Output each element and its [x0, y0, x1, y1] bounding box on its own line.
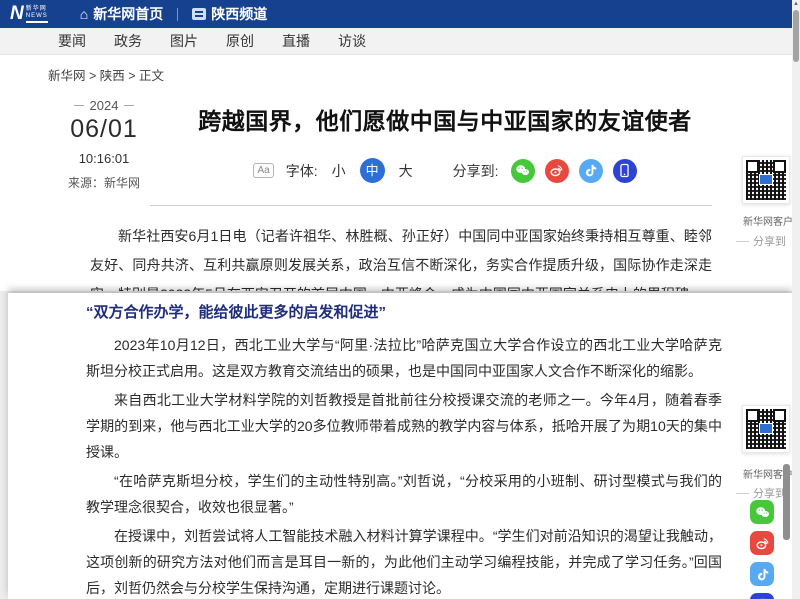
nav-item-zhengwu[interactable]: 政务	[100, 31, 156, 51]
wechat-icon	[514, 162, 531, 179]
logo-en: NEWS	[26, 13, 48, 20]
qr-code	[746, 409, 786, 449]
side-share-douyin-button[interactable]	[750, 562, 774, 586]
logo-text: 新华网 NEWS	[26, 6, 48, 23]
article-source: 来源：新华网	[48, 174, 160, 191]
wechat-icon	[754, 504, 771, 521]
logo-cn: 新华网	[26, 6, 48, 13]
font-size-icon: Aa	[253, 163, 273, 178]
article-paragraph: 2023年10月12日，西北工业大学与“阿里·法拉比”哈萨克国立大学合作设立的西…	[86, 332, 722, 384]
home-icon: ⌂	[80, 7, 88, 21]
side-share-wechat-button[interactable]	[750, 500, 774, 524]
xinhua-logo[interactable]: N 新华网 NEWS	[10, 3, 48, 25]
title-zone: 跨越国界，他们愿做中国与中亚国家的友谊使者 Aa 字体: 小 中 大 分享到:	[160, 98, 800, 191]
qr-center-logo	[759, 174, 773, 185]
font-large-button[interactable]: 大	[397, 161, 415, 181]
side-share-text: 分享到	[753, 233, 786, 249]
source-label: 来源：	[68, 176, 104, 190]
article-body-card: “双方合作办学，能给彼此更多的启发和促进” 2023年10月12日，西北工业大学…	[8, 293, 792, 599]
nav-item-tupian[interactable]: 图片	[156, 31, 212, 51]
share-wechat-button[interactable]	[511, 159, 535, 183]
article-subheading: “双方合作办学，能给彼此更多的启发和促进”	[86, 301, 722, 322]
channel-link-label: 陕西频道	[211, 4, 267, 24]
share-douyin-button[interactable]	[579, 159, 603, 183]
header-divider	[177, 8, 178, 21]
douyin-icon	[582, 162, 599, 179]
mobile-icon	[616, 162, 633, 179]
weibo-icon	[548, 162, 565, 179]
outer-scrollbar-thumb[interactable]	[793, 10, 799, 62]
side-share-stack	[750, 500, 774, 599]
side-share-label-top: 分享到	[736, 233, 794, 249]
inner-scrollbar-thumb[interactable]	[783, 464, 790, 540]
section-nav: 要闻 政务 图片 原创 直播 访谈	[0, 28, 800, 55]
channel-link[interactable]: 陕西频道	[192, 4, 267, 24]
douyin-icon	[754, 566, 771, 583]
article-paragraph: 在授课中，刘哲尝试将人工智能技术融入材料计算学课程中。“学生们对前沿知识的渴望让…	[86, 523, 722, 599]
nav-item-zhibo[interactable]: 直播	[268, 31, 324, 51]
date-monthday: 06/01	[48, 115, 160, 144]
date-time: 10:16:01	[48, 151, 160, 166]
header-rule	[150, 205, 712, 206]
lower-section: “双方合作办学，能给彼此更多的启发和促进” 2023年10月12日，西北工业大学…	[0, 291, 792, 599]
nav-item-yaowen[interactable]: 要闻	[44, 31, 100, 51]
font-medium-button[interactable]: 中	[360, 158, 385, 183]
page-title: 跨越国界，他们愿做中国与中亚国家的友谊使者	[160, 102, 730, 136]
weibo-icon	[754, 535, 771, 552]
side-share-text: 分享到	[753, 485, 786, 501]
qr-center-logo	[759, 423, 773, 434]
nav-item-yuanchuang[interactable]: 原创	[212, 31, 268, 51]
qr-code	[746, 160, 786, 200]
home-link-label: 新华网首页	[93, 4, 163, 24]
channel-icon	[192, 8, 206, 20]
qr-widget-bottom	[742, 405, 790, 453]
side-share-weibo-button[interactable]	[750, 531, 774, 555]
nav-item-fangtan[interactable]: 访谈	[324, 31, 380, 51]
share-row	[511, 159, 637, 183]
scroll-up-icon[interactable]: ▲	[792, 1, 800, 7]
source-value: 新华网	[104, 176, 140, 190]
share-label: 分享到:	[453, 161, 499, 181]
qr-caption-top: 新华网客户端	[743, 213, 795, 228]
article-toolbar: Aa 字体: 小 中 大 分享到:	[160, 158, 730, 183]
qr-widget-top	[742, 156, 790, 204]
date-block: 2024 06/01 10:16:01 来源：新华网	[48, 98, 160, 191]
home-link[interactable]: ⌂ 新华网首页	[80, 4, 163, 24]
breadcrumb[interactable]: 新华网 > 陕西 > 正文	[0, 55, 800, 84]
share-client-button[interactable]	[613, 159, 637, 183]
share-weibo-button[interactable]	[545, 159, 569, 183]
font-label: 字体:	[286, 161, 318, 181]
date-year: 2024	[48, 98, 160, 113]
font-small-button[interactable]: 小	[330, 161, 348, 181]
top-header: N 新华网 NEWS ⌂ 新华网首页 陕西频道	[0, 0, 800, 28]
logo-n-glyph: N	[10, 3, 24, 25]
side-share-client-button[interactable]	[750, 593, 774, 599]
article-paragraph: “在哈萨克斯坦分校，学生们的主动性特别高。”刘哲说，“分校采用的小班制、研讨型模…	[86, 468, 722, 520]
article-paragraph: 来自西北工业大学材料学院的刘哲教授是首批前往分校授课交流的老师之一。今年4月，随…	[86, 387, 722, 465]
browser-scrollbar: ▲	[792, 0, 800, 599]
article-header: 2024 06/01 10:16:01 来源：新华网 跨越国界，他们愿做中国与中…	[0, 84, 800, 191]
